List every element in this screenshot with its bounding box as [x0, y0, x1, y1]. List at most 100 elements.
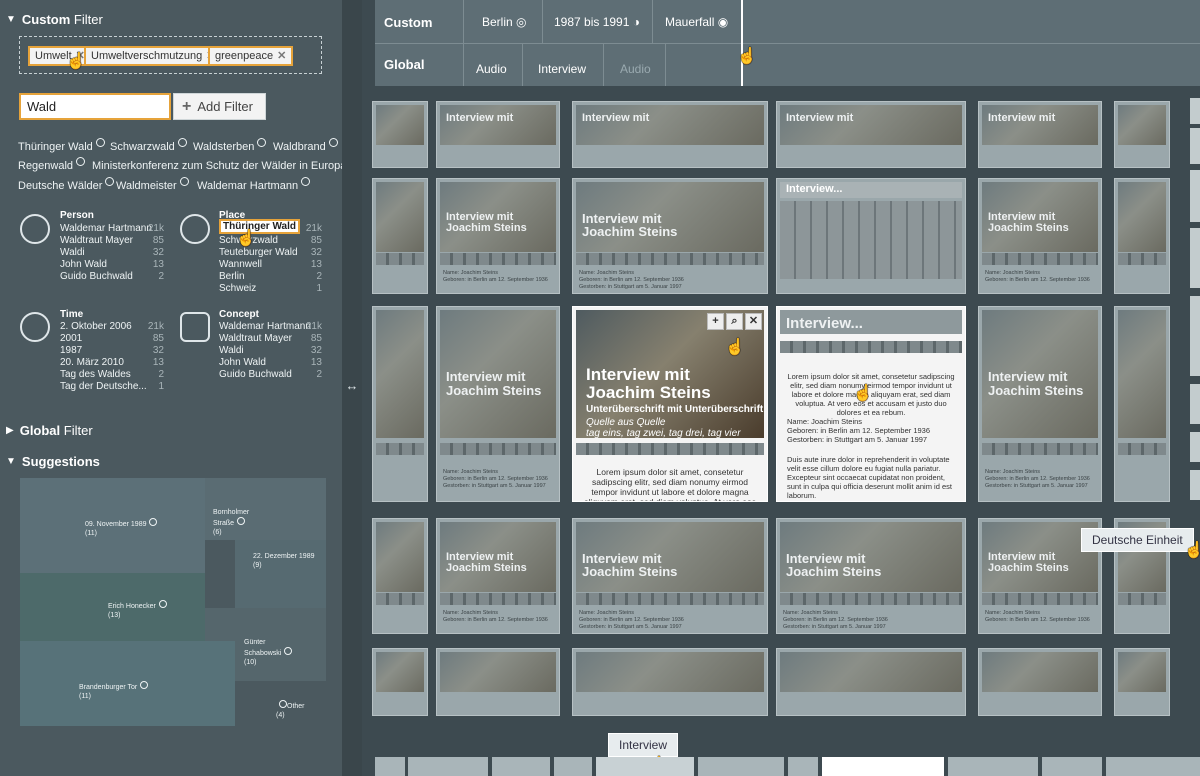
timeline-segment[interactable]	[948, 757, 1038, 776]
facet-item[interactable]: 20. März 2010	[60, 357, 124, 368]
result-tile[interactable]	[776, 648, 966, 716]
result-tile[interactable]: Interview mit Joachim Steins Name: Joachi…	[572, 518, 768, 634]
custom-filter-header[interactable]: ▼ Custom Filter	[6, 12, 103, 27]
facet-item[interactable]: Schweiz	[219, 283, 256, 294]
timeline-filter-cell[interactable]: Audio	[476, 62, 507, 76]
facet-item[interactable]: Waldtraut Mayer	[60, 235, 133, 246]
scroll-segment[interactable]	[1190, 432, 1200, 462]
facet-item[interactable]: John Wald	[60, 259, 107, 270]
timeline-marker[interactable]	[741, 0, 743, 86]
result-tile[interactable]	[372, 518, 428, 634]
result-tile[interactable]	[1114, 306, 1170, 502]
filter-tag[interactable]: greenpeace ✕	[208, 46, 294, 66]
result-tile[interactable]: Interview mit Joachim Steins Name: Joachi…	[978, 178, 1102, 294]
timeline-filter-cell[interactable]: Mauerfall ◉	[665, 15, 728, 29]
facet-count: 2	[316, 369, 322, 380]
facet-item[interactable]: John Wald	[219, 357, 266, 368]
result-tile[interactable]	[1114, 178, 1170, 294]
timeline-segment[interactable]	[492, 757, 550, 776]
timeline-segment[interactable]	[408, 757, 488, 776]
suggestions-header[interactable]: ▼ Suggestions	[6, 454, 100, 469]
result-tile[interactable]	[372, 101, 428, 168]
timeline-segment[interactable]	[788, 757, 818, 776]
filter-tag[interactable]: Umweltverschmutzung✕	[84, 46, 223, 66]
collapse-triangle-icon[interactable]: ▼	[6, 456, 16, 467]
result-tile[interactable]	[436, 648, 560, 716]
suggestion-chip[interactable]: Waldemar Hartmann	[197, 177, 311, 192]
timeline-segment[interactable]	[1106, 757, 1200, 776]
scroll-segment[interactable]	[1190, 128, 1200, 164]
suggestion-chip[interactable]: Ministerkonferenz zum Schutz der Wälder …	[92, 157, 359, 172]
suggestion-chip[interactable]: Waldbrand	[273, 138, 338, 153]
scroll-segment[interactable]	[1190, 296, 1200, 376]
result-tile[interactable]: Interview mit Joachim Steins Name: Joachi…	[572, 178, 768, 294]
zoom-icon[interactable]: ⌕	[726, 313, 743, 330]
facet-item[interactable]: 1987	[60, 345, 82, 356]
suggestion-chip[interactable]: Schwarzwald	[110, 138, 187, 153]
facet-item[interactable]: Tag des Waldes	[60, 369, 131, 380]
remove-tag-icon[interactable]: ✕	[277, 50, 286, 62]
suggestion-chip[interactable]: Waldsterben	[193, 138, 267, 153]
timeline-segment[interactable]	[375, 757, 405, 776]
treemap-cell[interactable]	[235, 540, 326, 608]
add-filter-button[interactable]: + Add Filter	[173, 93, 266, 120]
result-tile[interactable]: Interview mit	[572, 101, 768, 168]
result-tile[interactable]: Interview mit Joachim Steins Name: Joachi…	[436, 178, 560, 294]
result-tile[interactable]: Interview mit Joachim Steins Name: Joachi…	[776, 518, 966, 634]
result-tile[interactable]	[572, 648, 768, 716]
filter-search-input[interactable]	[19, 93, 171, 120]
bottom-timeline[interactable]	[375, 757, 1200, 776]
close-icon[interactable]: ✕	[745, 313, 762, 330]
scroll-segment[interactable]	[1190, 470, 1200, 500]
result-tile[interactable]	[1114, 648, 1170, 716]
result-tile[interactable]	[372, 178, 428, 294]
result-tile[interactable]	[978, 648, 1102, 716]
facet-item[interactable]: 2001	[60, 333, 82, 344]
scroll-segment[interactable]	[1190, 98, 1200, 124]
scroll-segment[interactable]	[1190, 384, 1200, 424]
facet-item[interactable]: Waldi	[60, 247, 85, 258]
timeline-segment[interactable]	[554, 757, 592, 776]
timeline-segment[interactable]	[1042, 757, 1102, 776]
scroll-segment[interactable]	[1190, 170, 1200, 222]
facet-item[interactable]: 2. Oktober 2006	[60, 321, 132, 332]
right-scroll-strip[interactable]	[1190, 98, 1200, 718]
facet-item[interactable]: Teuteburger Wald	[219, 247, 298, 258]
result-tile[interactable]: Interview mit	[978, 101, 1102, 168]
result-tile[interactable]: Interview mit Joachim Steins Name: Joachi…	[978, 306, 1102, 502]
facet-item[interactable]: Wannwell	[219, 259, 262, 270]
facet-item[interactable]: Berlin	[219, 271, 245, 282]
result-tile[interactable]: Interview...	[776, 178, 966, 294]
facet-item[interactable]: Guido Buchwald	[219, 369, 292, 380]
suggestion-chip[interactable]: Waldmeister	[116, 177, 189, 192]
focused-result-tile[interactable]: Interview mit Joachim Steins Unterübersch…	[572, 306, 768, 502]
suggestion-chip[interactable]: Regenwald	[18, 157, 86, 172]
global-filter-header[interactable]: ▶ Global Filter	[6, 423, 93, 438]
expand-triangle-icon[interactable]: ▶	[6, 425, 14, 436]
timeline-filter-cell[interactable]: Berlin ◎	[482, 15, 527, 29]
result-tile[interactable]: Interview mit Joachim Steins Name: Joachi…	[436, 306, 560, 502]
timeline-filter-cell[interactable]: 1987 bis 1991 ◑	[554, 15, 640, 29]
scroll-segment[interactable]	[1190, 228, 1200, 288]
result-tile[interactable]: Interview mit Joachim Steins Name: Joachi…	[436, 518, 560, 634]
result-tile[interactable]: Interview mit	[776, 101, 966, 168]
timeline-segment[interactable]	[698, 757, 784, 776]
timeline-filter-cell[interactable]: Interview	[538, 62, 586, 76]
suggestion-chip[interactable]: Thüringer Wald	[18, 138, 105, 153]
interview-detail-tile[interactable]: Interview... Lorem ipsum dolor sit amet,…	[776, 306, 966, 502]
suggestion-chip[interactable]: Deutsche Wälder	[18, 177, 115, 192]
result-tile[interactable]	[1114, 101, 1170, 168]
facet-item[interactable]: Waldi	[219, 345, 244, 356]
timeline-segment[interactable]	[822, 757, 944, 776]
timeline-segment[interactable]	[596, 757, 694, 776]
result-tile[interactable]	[372, 648, 428, 716]
collapse-triangle-icon[interactable]: ▼	[6, 14, 16, 25]
facet-item[interactable]: Guido Buchwald	[60, 271, 133, 282]
facet-item[interactable]: Waldtraut Mayer	[219, 333, 292, 344]
add-icon[interactable]: +	[707, 313, 724, 330]
timeline-filter-cell[interactable]: Audio	[620, 62, 651, 76]
result-tile[interactable]	[372, 306, 428, 502]
result-tile[interactable]: Interview mit	[436, 101, 560, 168]
panel-resize-handle[interactable]: ↔	[342, 0, 362, 776]
facet-item[interactable]: Thüringer Wald	[219, 219, 300, 234]
